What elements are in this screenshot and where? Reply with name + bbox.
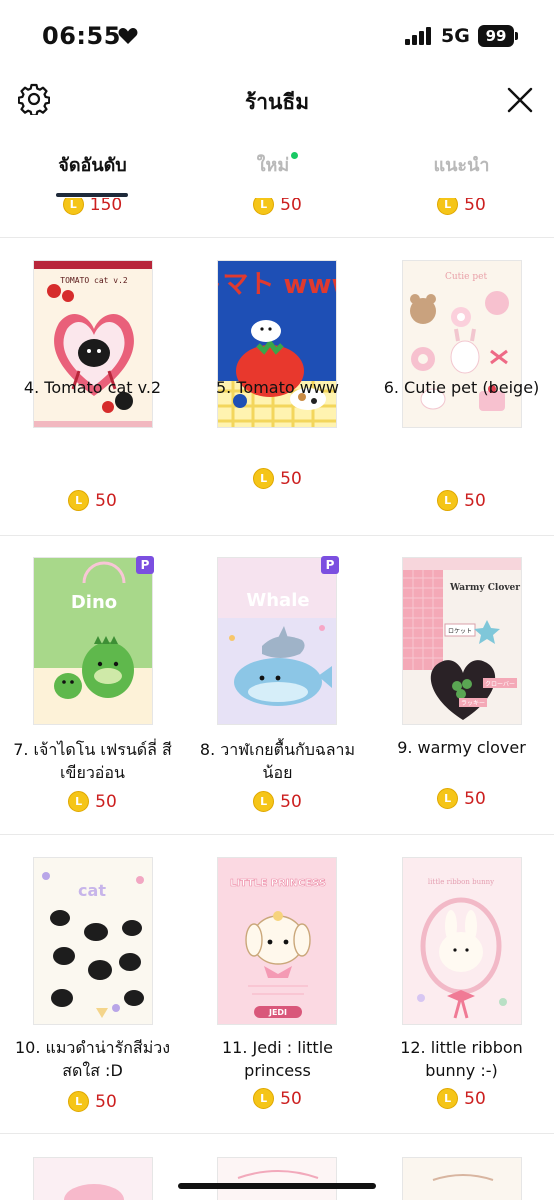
price: L 50 [185, 1088, 370, 1109]
theme-name: 12. little ribbon bunny :-) [400, 1038, 523, 1080]
theme-thumbnail: little ribbon bunny [402, 857, 522, 1025]
tab-new[interactable]: ใหม่ [185, 150, 370, 179]
theme-name: 11. Jedi : little princess [222, 1038, 333, 1080]
thumbnail-text: cat [78, 881, 106, 900]
status-time: 06:55 [42, 22, 121, 50]
network-label: 5G [441, 25, 470, 47]
little-princess-artwork: LITTLE PRINCESS JEDI [230, 878, 326, 1018]
theme-thumbnail: cat [33, 857, 153, 1025]
tab-recommend[interactable]: แนะนำ [369, 150, 554, 179]
close-icon[interactable] [507, 87, 533, 113]
partial-artwork [432, 1174, 494, 1181]
theme-name: 10. แมวดำน่ารักสีม่วงสดใส :D [14, 1038, 171, 1080]
theme-item[interactable]: cat 10. แมวดำน่ารักสีม่วงสดใส :D L 50 [0, 198, 185, 1134]
home-indicator[interactable] [178, 1183, 376, 1189]
theme-thumbnail[interactable] [402, 1157, 522, 1200]
tab-recommend-label: แนะนำ [433, 155, 490, 176]
partial-artwork [64, 1184, 124, 1200]
heart-icon [118, 28, 138, 44]
thumbnail-text: LITTLE PRINCESS [230, 878, 326, 889]
price-value: 50 [280, 1088, 302, 1109]
theme-thumbnail[interactable] [33, 1157, 153, 1200]
coin-icon: L [437, 1088, 459, 1109]
partial-artwork [237, 1170, 319, 1179]
row-divider [0, 1133, 554, 1134]
theme-thumbnail[interactable] [217, 1157, 337, 1200]
theme-item[interactable]: little ribbon bunny 12. little ribbon bu… [369, 198, 554, 1134]
battery-tip [515, 32, 518, 40]
tab-ranking-label: จัดอันดับ [58, 155, 127, 176]
coin-icon: L [68, 1091, 90, 1112]
thumbnail-text: little ribbon bunny [428, 878, 494, 886]
ribbon-bunny-artwork: little ribbon bunny [417, 878, 507, 1019]
thumbnail-text: JEDI [268, 1008, 287, 1017]
price: L 50 [369, 1088, 554, 1109]
signal-icon [405, 27, 431, 45]
tab-bar: จัดอันดับ ใหม่ แนะนำ [0, 140, 554, 198]
price: L 50 [0, 1091, 185, 1112]
nav-bar: ร้านธีม [0, 74, 554, 126]
theme-thumbnail: LITTLE PRINCESS JEDI [217, 857, 337, 1025]
battery-indicator: 99 [478, 25, 514, 47]
tab-ranking[interactable]: จัดอันดับ [0, 150, 185, 179]
tab-active-indicator [56, 193, 128, 197]
theme-list[interactable]: L 150 L 50 L 50 TOMATO cat v.2 4. Tomato ca… [0, 198, 554, 1200]
status-bar: 06:55 5G 99 [0, 0, 554, 70]
coin-icon: L [253, 1088, 275, 1109]
price-value: 50 [95, 1091, 117, 1112]
price-value: 50 [464, 1088, 486, 1109]
tab-new-label: ใหม่ [256, 155, 290, 176]
new-dot [291, 152, 299, 159]
black-cat-artwork: cat [42, 872, 144, 1018]
page-title: ร้านธีม [244, 90, 310, 114]
theme-item[interactable]: LITTLE PRINCESS JEDI 11. Jedi : little p… [185, 198, 370, 1134]
